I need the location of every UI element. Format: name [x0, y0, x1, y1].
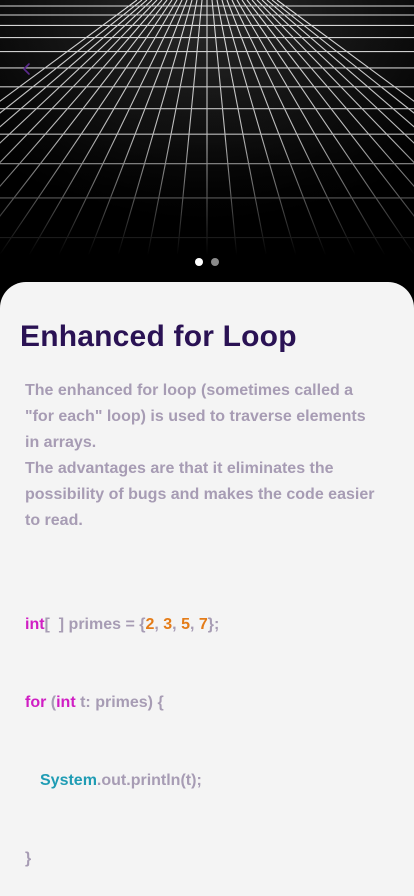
chevron-left-icon [23, 63, 30, 75]
code-line-4: } [25, 846, 219, 872]
code-keyword: int [25, 616, 45, 633]
lesson-screen: Enhanced for Loop The enhanced for loop … [0, 0, 414, 896]
code-separator: , [172, 616, 182, 633]
page-indicator [0, 258, 414, 266]
code-text: }; [207, 616, 220, 633]
code-line-2: for (int t: primes) { [25, 690, 219, 716]
code-example: int[ ] primes = {2, 3, 5, 7}; for (int t… [25, 560, 219, 896]
code-separator: , [154, 616, 164, 633]
page-dot-2[interactable] [211, 258, 219, 266]
code-text: [ ] [44, 616, 65, 633]
code-text: .out.println(t); [96, 772, 202, 789]
code-text: ( [46, 694, 57, 711]
content-sheet: Enhanced for Loop The enhanced for loop … [0, 282, 414, 896]
code-text: t: primes) { [75, 694, 164, 711]
code-number: 5 [181, 616, 190, 633]
lesson-title: Enhanced for Loop [20, 320, 297, 353]
code-keyword: for [25, 694, 47, 711]
code-keyword: int [56, 694, 76, 711]
description-paragraph-2: The advantages are that it eliminates th… [25, 460, 375, 529]
code-text: } [25, 850, 32, 867]
header-image [0, 0, 414, 300]
lesson-description: The enhanced for loop (sometimes called … [25, 378, 375, 534]
back-button[interactable] [16, 58, 38, 80]
page-dot-1[interactable] [195, 258, 203, 266]
description-paragraph-1: The enhanced for loop (sometimes called … [25, 382, 366, 451]
code-line-3: System.out.println(t); [25, 768, 219, 794]
code-separator: , [189, 616, 199, 633]
code-number: 7 [198, 616, 208, 633]
code-text: primes = { [64, 616, 146, 633]
code-number: 3 [163, 616, 173, 633]
code-line-1: int[ ] primes = {2, 3, 5, 7}; [25, 612, 219, 638]
code-class-name: System [40, 772, 97, 789]
perspective-grid-image [0, 0, 414, 300]
